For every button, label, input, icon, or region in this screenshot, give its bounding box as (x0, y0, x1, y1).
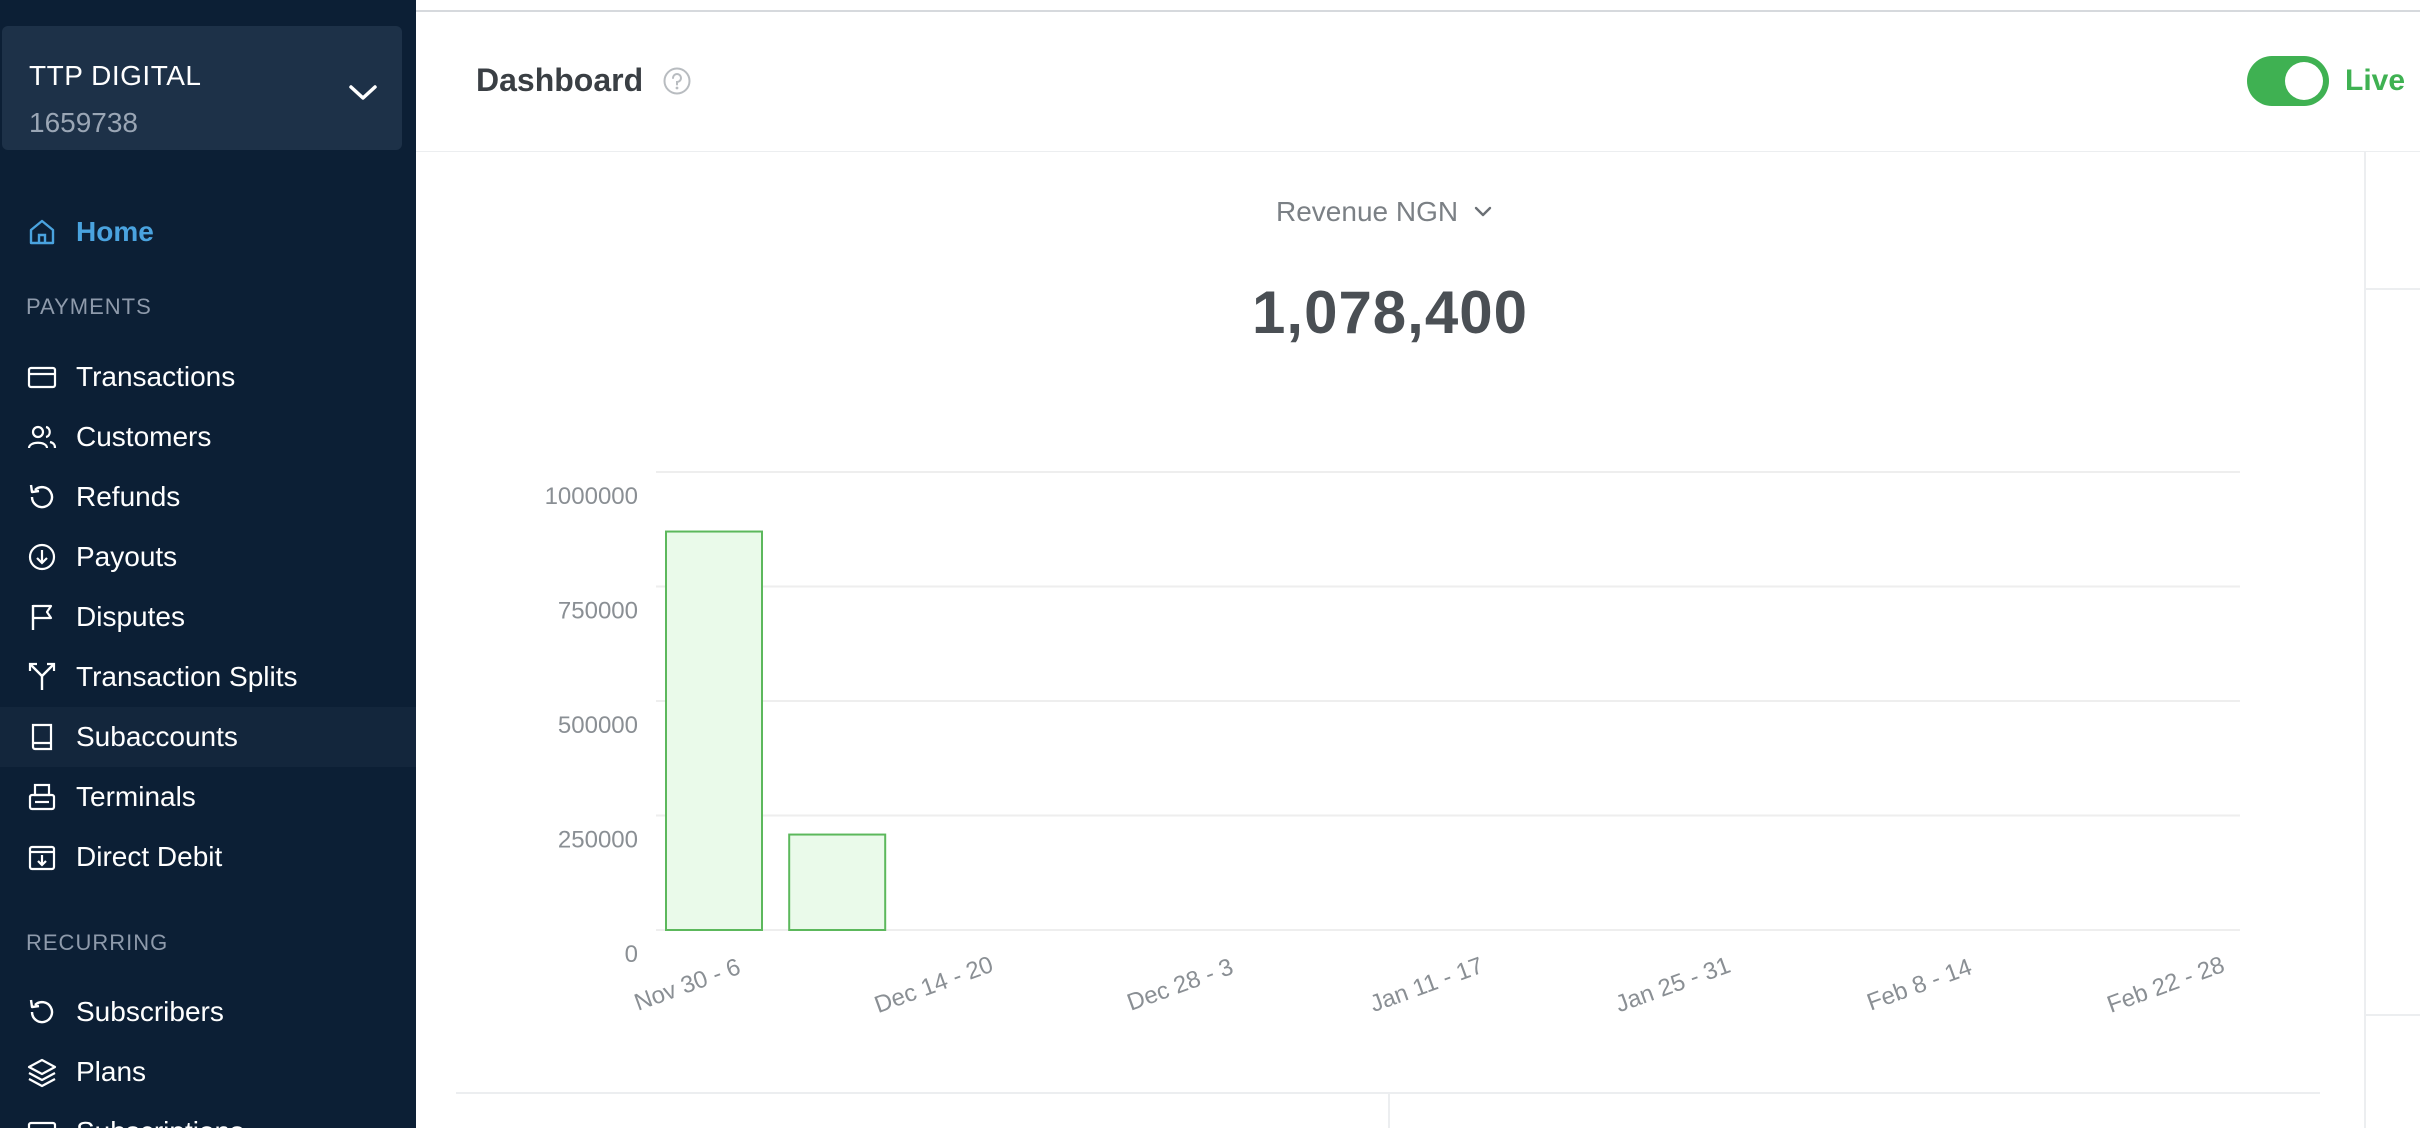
sidebar-item-label: Direct Debit (76, 841, 223, 872)
page-header: Dashboard Live (416, 12, 2420, 152)
help-icon[interactable] (662, 66, 692, 96)
top-border (0, 0, 2420, 12)
sidebar-item-label: Subaccounts (76, 721, 238, 752)
sidebar-item-transactions[interactable]: Transactions (0, 347, 416, 407)
sidebar-item-label: Customers (76, 421, 212, 452)
refresh-icon (29, 999, 54, 1024)
y-tick-label: 750000 (558, 598, 638, 625)
account-switcher[interactable]: TTP DIGITAL 1659738 (2, 26, 402, 150)
credit-card-icon (27, 366, 57, 389)
sidebar-item-label: Transactions (76, 361, 236, 392)
sidebar-item-refunds[interactable]: Refunds (0, 467, 416, 527)
sidebar: TTP DIGITAL 1659738 Home PAYMENTS Transa… (0, 12, 416, 1128)
sidebar-item-plans[interactable]: Plans (0, 1042, 416, 1102)
y-tick-label: 500000 (558, 712, 638, 739)
x-tick-label: Feb 22 - 28 (2104, 951, 2229, 1018)
page-title: Dashboard (476, 62, 644, 98)
users-icon (27, 425, 57, 449)
x-tick-label: Feb 8 - 14 (1863, 954, 1975, 1017)
split-icon (28, 662, 56, 690)
x-tick-label: Dec 14 - 20 (871, 951, 997, 1019)
sidebar-item-home[interactable]: Home (0, 202, 416, 262)
live-mode-toggle[interactable] (2247, 56, 2329, 106)
card-icon (27, 1121, 57, 1128)
account-name: TTP DIGITAL (29, 60, 202, 91)
box-arrow-icon (28, 845, 56, 871)
sidebar-item-label: Payouts (76, 541, 178, 572)
metric-value: 1,078,400 (1252, 279, 1528, 346)
sidebar-item-terminals[interactable]: Terminals (0, 767, 416, 827)
section-recurring: RECURRING (26, 930, 169, 955)
metric-selector[interactable]: Revenue NGN (1276, 196, 1494, 228)
live-mode-label: Live (2345, 64, 2406, 97)
refresh-icon (29, 484, 54, 509)
x-tick-label: Dec 28 - 3 (1124, 953, 1237, 1016)
y-tick-label: 250000 (558, 827, 638, 854)
sidebar-item-label: Disputes (76, 601, 185, 632)
sidebar-item-label: Transaction Splits (76, 661, 298, 692)
printer-icon (28, 783, 56, 811)
layers-icon (27, 1058, 57, 1088)
metric-selector-label: Revenue NGN (1276, 196, 1459, 227)
y-tick-label: 1000000 (545, 483, 638, 510)
sidebar-item-label: Terminals (76, 781, 196, 812)
revenue-bar-chart: 0 250000 500000 750000 1000000 Nov 30 - 6 Dec … (545, 471, 2240, 1019)
sidebar-item-subscriptions[interactable]: Subscriptions (0, 1102, 416, 1128)
sidebar-item-disputes[interactable]: Disputes (0, 587, 416, 647)
sidebar-item-label: Refunds (76, 481, 181, 512)
sidebar-item-customers[interactable]: Customers (0, 407, 416, 467)
home-icon (29, 219, 55, 245)
bar (788, 833, 887, 931)
account-id: 1659738 (29, 107, 139, 138)
flag-icon (31, 604, 53, 630)
sidebar-item-subscribers[interactable]: Subscribers (0, 982, 416, 1042)
bar (665, 530, 763, 931)
y-tick-label: 0 (625, 941, 638, 968)
sidebar-item-label: Plans (76, 1056, 147, 1087)
sidebar-item-label: Home (76, 216, 154, 247)
bottom-column-divider (1388, 1092, 1390, 1128)
toggle-knob (2285, 62, 2323, 100)
chevron-down-icon (349, 85, 377, 100)
sidebar-item-subaccounts[interactable]: Subaccounts (0, 707, 416, 767)
x-tick-label: Jan 25 - 31 (1612, 952, 1734, 1018)
download-circle-icon (28, 543, 56, 571)
sidebar-item-label: Subscribers (76, 996, 224, 1027)
sidebar-item-label: Subscriptions (76, 1116, 244, 1128)
x-tick-label: Nov 30 - 6 (631, 953, 744, 1016)
chevron-down-icon (1474, 206, 1492, 217)
sidebar-item-transaction-splits[interactable]: Transaction Splits (0, 647, 416, 707)
x-tick-label: Jan 11 - 17 (1366, 952, 1486, 1018)
sidebar-item-payouts[interactable]: Payouts (0, 527, 416, 587)
sidebar-item-direct-debit[interactable]: Direct Debit (0, 827, 416, 887)
book-icon (31, 723, 53, 751)
